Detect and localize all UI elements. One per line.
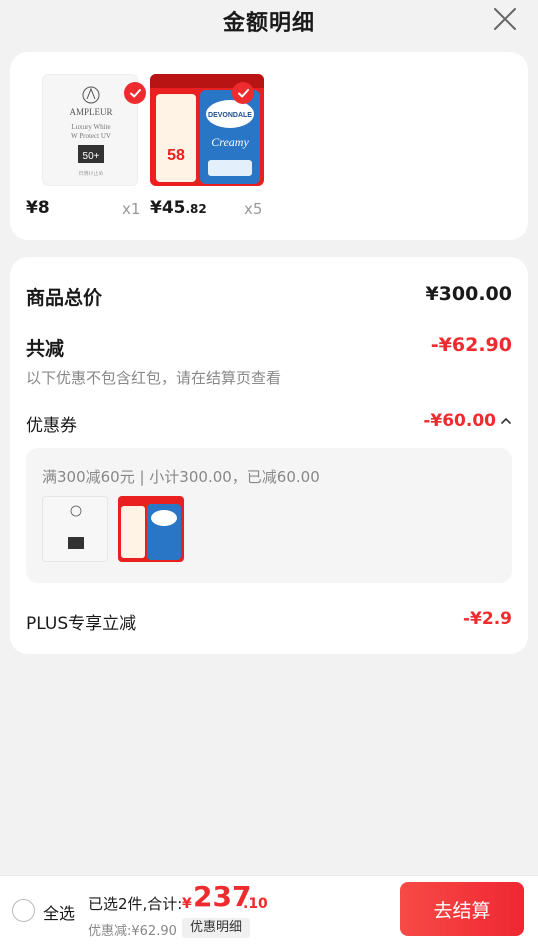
coupon-value: -¥60.00 [423, 411, 496, 431]
checkout-button[interactable]: 去结算 [400, 882, 524, 936]
svg-text:Creamy: Creamy [211, 135, 249, 149]
header: 金额明细 [0, 0, 538, 40]
discount-detail-button[interactable]: 优惠明细 [182, 918, 251, 938]
coupon-detail-box: 满300减60元 | 小计300.00，已减60.00 [26, 448, 512, 583]
price-summary-card: 商品总价 ¥300.00 共减 -¥62.90 以下优惠不包含红包，请在结算页查… [10, 257, 528, 654]
svg-text:58: 58 [167, 147, 185, 164]
coupon-row[interactable]: 优惠券 -¥60.00 [26, 411, 512, 436]
reduce-note: 以下优惠不包含红包，请在结算页查看 [26, 369, 282, 387]
plus-discount-row: PLUS专享立减 -¥2.9 [26, 609, 512, 634]
selected-check-icon[interactable] [232, 82, 254, 104]
total-value: ¥300.00 [425, 283, 512, 305]
svg-text:Luxury White: Luxury White [71, 123, 110, 131]
checkout-bar: 全选 已选2件,合计: ¥ 237 .10 优惠减:¥62.90 优惠明细 去结… [0, 875, 538, 944]
currency-symbol: ¥ [182, 896, 192, 912]
reduce-value: -¥62.90 [430, 334, 512, 356]
coupon-product-thumb-ampleur [42, 496, 108, 562]
coupon-product-thumb-devondale [118, 496, 184, 562]
svg-text:日焼け止め: 日焼け止め [78, 170, 103, 177]
product-price: ¥8 [26, 198, 50, 218]
select-all-label[interactable]: 全选 [43, 900, 75, 924]
ampleur-brand: AMPLEUR [69, 107, 112, 117]
reduce-row: 共减 -¥62.90 [26, 334, 512, 361]
page-title: 金额明细 [222, 11, 315, 36]
plus-label: PLUS专享立减 [26, 614, 137, 634]
product-list-card: AMPLEUR Luxury White W Protect UV 50+ 日焼… [10, 52, 528, 240]
select-all-radio[interactable] [12, 899, 35, 922]
product-quantity: x1 [122, 200, 141, 218]
chevron-up-icon[interactable] [500, 416, 512, 426]
selected-info: 已选2件,合计: [88, 895, 183, 913]
svg-text:50+: 50+ [83, 151, 100, 162]
svg-text:W Protect UV: W Protect UV [71, 132, 111, 140]
discount-text: 优惠减:¥62.90 [88, 924, 177, 939]
coupon-description: 满300减60元 | 小计300.00，已减60.00 [42, 468, 320, 486]
total-row: 商品总价 ¥300.00 [26, 283, 512, 310]
close-icon[interactable] [492, 6, 518, 32]
svg-text:DEVONDALE: DEVONDALE [208, 112, 252, 119]
product-price: ¥45.82 [150, 198, 207, 218]
total-amount-decimal: .10 [243, 896, 268, 912]
plus-value: -¥2.9 [463, 609, 512, 629]
product-quantity: x5 [244, 200, 263, 218]
selected-check-icon[interactable] [124, 82, 146, 104]
